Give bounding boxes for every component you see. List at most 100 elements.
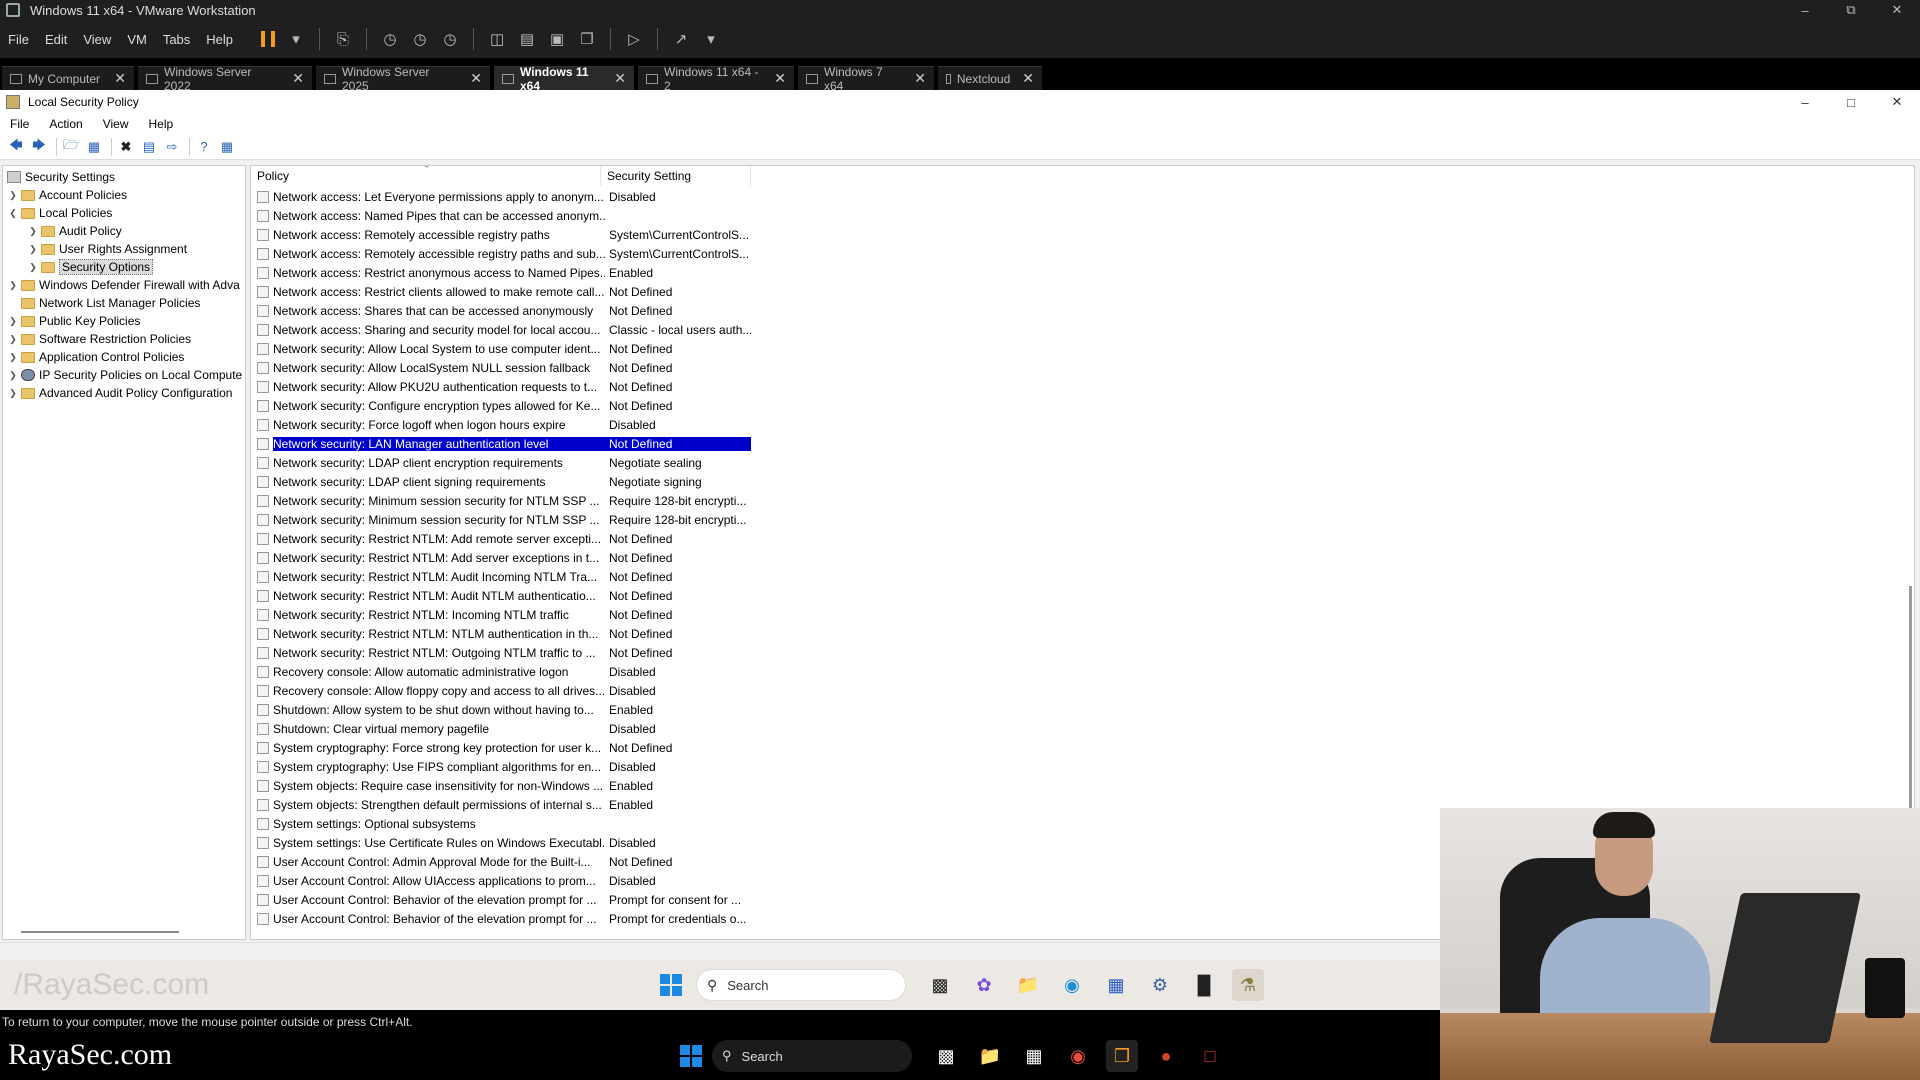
policy-row[interactable]: Network access: Named Pipes that can be … (251, 206, 1914, 225)
tree-item-windows-defender-firewall[interactable]: ❯ Windows Defender Firewall with Adva (7, 276, 240, 294)
chevron-right-icon[interactable]: ❯ (7, 280, 19, 291)
terminal-icon[interactable]: █ (1188, 969, 1220, 1001)
powerpoint-icon[interactable]: ● (1150, 1040, 1182, 1072)
policy-row[interactable]: Network security: Restrict NTLM: Add ser… (251, 548, 1914, 567)
policy-row[interactable]: Network security: Restrict NTLM: Audit N… (251, 586, 1914, 605)
tree-item-account-policies[interactable]: ❯ Account Policies (7, 186, 127, 204)
chrome-icon[interactable]: ◉ (1062, 1040, 1094, 1072)
policy-row[interactable]: Network security: Configure encryption t… (251, 396, 1914, 415)
tree-item-software-restriction[interactable]: ❯ Software Restriction Policies (7, 330, 191, 348)
local-security-policy-taskbar-icon[interactable]: ⚗ (1232, 969, 1264, 1001)
host-search-box[interactable]: ⚲ Search (712, 1040, 912, 1072)
policy-row[interactable]: Network security: Restrict NTLM: Outgoin… (251, 643, 1914, 662)
tree-item-ip-security-policies[interactable]: ❯ IP Security Policies on Local Compute (7, 366, 242, 384)
policy-row[interactable]: System cryptography: Force strong key pr… (251, 738, 1914, 757)
minimize-icon[interactable]: – (1782, 90, 1828, 114)
restore-icon[interactable]: ⧉ (1828, 0, 1874, 20)
recorder-app-icon[interactable]: □ (1194, 1040, 1226, 1072)
chevron-right-icon[interactable]: ❯ (27, 226, 39, 237)
export-list-icon[interactable]: ⇨ (162, 138, 182, 156)
back-icon[interactable]: 🡄 (6, 137, 26, 156)
tab-windows-11-x64[interactable]: Windows 11 x64 ✕ (494, 65, 634, 93)
tree-item-network-list-manager[interactable]: Network List Manager Policies (7, 294, 200, 312)
tab-close-icon[interactable]: ✕ (1022, 70, 1034, 87)
policy-row[interactable]: Network security: Allow PKU2U authentica… (251, 377, 1914, 396)
library-view-icon[interactable]: ◫ (486, 28, 508, 50)
show-hide-tree-icon[interactable]: ▦ (84, 138, 104, 156)
snapshot-manager-icon[interactable]: ◷ (439, 28, 461, 50)
minimize-icon[interactable]: – (1782, 0, 1828, 20)
policy-row[interactable]: Shutdown: Allow system to be shut down w… (251, 700, 1914, 719)
dropdown-icon[interactable]: ▾ (285, 28, 307, 50)
tab-close-icon[interactable]: ✕ (114, 70, 126, 87)
close-icon[interactable]: ✕ (1874, 90, 1920, 114)
stretch-guest-icon[interactable]: ↗ (670, 28, 692, 50)
chevron-right-icon[interactable]: ❯ (7, 370, 19, 381)
unity-icon[interactable]: ❐ (576, 28, 598, 50)
chevron-right-icon[interactable]: ❯ (7, 316, 19, 327)
lsp-menu-view[interactable]: View (103, 117, 129, 131)
policy-row[interactable]: Network security: Restrict NTLM: Incomin… (251, 605, 1914, 624)
tab-windows-server-2022[interactable]: Windows Server 2022 ✕ (138, 65, 312, 93)
chevron-down-icon[interactable]: ❮ (7, 208, 19, 219)
tab-close-icon[interactable]: ✕ (914, 70, 926, 87)
microsoft-store-icon[interactable]: ▦ (1018, 1040, 1050, 1072)
tree-item-audit-policy[interactable]: ❯ Audit Policy (27, 222, 121, 240)
snapshot-icon[interactable]: ◷ (379, 28, 401, 50)
windows-start-icon[interactable] (680, 1045, 702, 1067)
tab-close-icon[interactable]: ✕ (614, 70, 626, 87)
maximize-icon[interactable]: □ (1828, 90, 1874, 114)
thumbnail-view-icon[interactable]: ▤ (516, 28, 538, 50)
vmware-menu-vm[interactable]: VM (127, 32, 147, 47)
tab-windows-11-x64-2[interactable]: Windows 11 x64 - 2 ✕ (638, 65, 794, 93)
policy-row[interactable]: Network access: Sharing and security mod… (251, 320, 1914, 339)
show-action-pane-icon[interactable]: ▦ (217, 138, 237, 156)
vmware-menu-view[interactable]: View (83, 32, 111, 47)
pause-icon[interactable] (261, 31, 276, 47)
file-explorer-icon[interactable]: 📁 (1012, 969, 1044, 1001)
policy-row[interactable]: Network access: Restrict clients allowed… (251, 282, 1914, 301)
tab-close-icon[interactable]: ✕ (774, 70, 786, 87)
chevron-right-icon[interactable]: ❯ (7, 388, 19, 399)
chevron-right-icon[interactable]: ❯ (27, 244, 39, 255)
policy-row[interactable]: Network access: Shares that can be acces… (251, 301, 1914, 320)
vmware-workstation-icon[interactable]: ❐ (1106, 1040, 1138, 1072)
lsp-menu-file[interactable]: File (10, 117, 29, 131)
windows-start-icon[interactable] (660, 974, 682, 996)
policy-row[interactable]: Recovery console: Allow floppy copy and … (251, 681, 1914, 700)
policy-row[interactable]: Shutdown: Clear virtual memory pagefile D… (251, 719, 1914, 738)
guest-search-box[interactable]: ⚲ Search (696, 969, 906, 1001)
tree-item-user-rights-assignment[interactable]: ❯ User Rights Assignment (27, 240, 187, 258)
server-manager-icon[interactable]: ⚙ (1144, 969, 1176, 1001)
chevron-right-icon[interactable]: ❯ (7, 334, 19, 345)
tab-my-computer[interactable]: My Computer ✕ (2, 66, 134, 90)
tab-close-icon[interactable]: ✕ (292, 70, 304, 87)
file-explorer-icon[interactable]: 📁 (974, 1040, 1006, 1072)
tab-nextcloud[interactable]: Nextcloud ✕ (938, 66, 1042, 90)
tree-item-security-options[interactable]: ❯ Security Options (27, 258, 154, 276)
vertical-scrollbar[interactable] (1909, 586, 1912, 816)
close-icon[interactable]: ✕ (1874, 0, 1920, 20)
tree-item-application-control[interactable]: ❯ Application Control Policies (7, 348, 184, 366)
chevron-right-icon[interactable]: ❯ (27, 262, 39, 273)
column-header-policy[interactable]: ⌃ Policy (251, 166, 601, 186)
copilot-icon[interactable]: ✿ (968, 969, 1000, 1001)
delete-icon[interactable]: ✖ (116, 138, 136, 156)
column-header-security-setting[interactable]: Security Setting (601, 166, 751, 186)
policy-row[interactable]: Network security: Restrict NTLM: Audit I… (251, 567, 1914, 586)
policy-row[interactable]: Network security: LDAP client encryption… (251, 453, 1914, 472)
lsp-menu-help[interactable]: Help (149, 117, 174, 131)
policy-row[interactable]: System cryptography: Use FIPS compliant … (251, 757, 1914, 776)
policy-row[interactable]: Network security: Minimum session securi… (251, 491, 1914, 510)
chevron-right-icon[interactable]: ❯ (7, 352, 19, 363)
tree-item-security-settings[interactable]: Security Settings (5, 168, 115, 186)
forward-icon[interactable]: 🡆 (29, 137, 49, 156)
policy-row[interactable]: Network security: Allow Local System to … (251, 339, 1914, 358)
tab-windows-7-x64[interactable]: Windows 7 x64 ✕ (798, 65, 934, 93)
policy-row[interactable]: Network security: Restrict NTLM: Add rem… (251, 529, 1914, 548)
up-folder-icon[interactable]: 🗁 (61, 137, 81, 156)
policy-row[interactable]: Network security: Allow LocalSystem NULL… (251, 358, 1914, 377)
revert-snapshot-icon[interactable]: ◷ (409, 28, 431, 50)
vmware-menu-help[interactable]: Help (206, 32, 233, 47)
tree-item-advanced-audit-policy[interactable]: ❯ Advanced Audit Policy Configuration (7, 384, 232, 402)
